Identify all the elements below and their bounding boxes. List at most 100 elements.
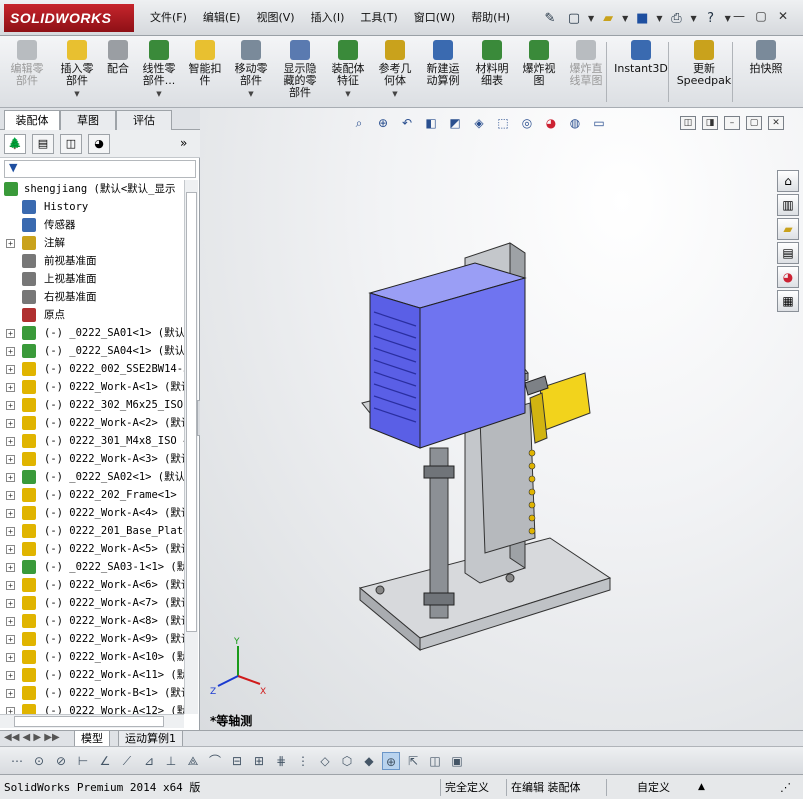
spline-icon[interactable]: ⋮	[294, 752, 312, 770]
chevron-down-icon[interactable]: ▼	[372, 88, 418, 100]
graphics-viewport[interactable]: ⌕ ⊕ ↶ ◧ ◩ ◈ ⬚ ◎ ◕ ◍ ▭ ◫ ◨ – ▢ ✕ ⌂ ▥ ▰ ▤ …	[200, 108, 803, 730]
tree-item[interactable]: + (-) _0222_SA01<1> (默认	[0, 324, 184, 342]
restore-icon[interactable]: ▢	[752, 8, 770, 26]
restore-icon[interactable]: ▢	[746, 116, 762, 130]
ribbon-button-3[interactable]: 线性零 部件... ▼	[136, 40, 182, 100]
tree-horizontal-scrollbar[interactable]	[0, 714, 184, 728]
custom-properties-icon[interactable]: ▦	[777, 290, 799, 312]
tree-item[interactable]: + (-) 0222_Work-A<1> (默认	[0, 378, 184, 396]
ribbon-button-6[interactable]: 显示隐 藏的零 部件	[276, 40, 324, 99]
tree-item[interactable]: 原点	[0, 306, 184, 324]
expand-icon[interactable]: +	[6, 509, 15, 518]
tree-item[interactable]: History	[0, 198, 184, 216]
expand-icon[interactable]: +	[6, 401, 15, 410]
ribbon-button-12[interactable]: 爆炸直 线草图	[562, 40, 610, 87]
menu-help[interactable]: 帮助(H)	[463, 9, 518, 27]
chevron-up-icon[interactable]: ▲	[698, 779, 705, 796]
ribbon-button-4[interactable]: 智能扣 件	[182, 40, 228, 87]
tree-item[interactable]: + (-) 0222_Work-A<5> (默认	[0, 540, 184, 558]
expand-icon[interactable]: +	[6, 545, 15, 554]
tree-root[interactable]: shengjiang (默认<默认_显示	[0, 180, 184, 198]
cube-icon[interactable]: ▣	[448, 752, 466, 770]
appearances-icon[interactable]: ◕	[777, 266, 799, 288]
ribbon-button-9[interactable]: 新建运 动算例	[418, 40, 468, 87]
perpendicular-icon[interactable]: ⊥	[162, 752, 180, 770]
view-orientation-icon[interactable]: ◈	[470, 114, 488, 132]
chevron-down-icon[interactable]: ▼	[690, 14, 696, 23]
diagonal-icon[interactable]: ⟋	[118, 752, 136, 770]
configuration-manager-icon[interactable]: ◫	[60, 134, 82, 154]
tab-sketch[interactable]: 草图	[60, 110, 116, 130]
expand-icon[interactable]: +	[6, 437, 15, 446]
grid-icon[interactable]: ⊞	[250, 752, 268, 770]
previous-view-icon[interactable]: ↶	[398, 114, 416, 132]
ribbon-button-14[interactable]: 更新 Speedpak	[672, 40, 736, 87]
tree-item[interactable]: 传感器	[0, 216, 184, 234]
view-settings-icon[interactable]: ▭	[590, 114, 608, 132]
status-units[interactable]: 自定义	[606, 779, 696, 796]
solidworks-logo[interactable]: SOLIDWORKS	[4, 4, 134, 32]
new-document-icon[interactable]: ▢	[564, 8, 584, 28]
menu-insert[interactable]: 插入(I)	[303, 9, 353, 27]
expand-icon[interactable]: +	[6, 689, 15, 698]
save-icon[interactable]: ■	[632, 8, 652, 28]
polygon-icon[interactable]: ⬡	[338, 752, 356, 770]
tree-item[interactable]: + (-) 0222_Work-A<8> (默认	[0, 612, 184, 630]
view-icon[interactable]: ◫	[426, 752, 444, 770]
ribbon-button-7[interactable]: 装配体 特征 ▼	[324, 40, 372, 100]
expand-icon[interactable]: +	[6, 617, 15, 626]
display-style-icon[interactable]: ⬚	[494, 114, 512, 132]
menu-edit[interactable]: 编辑(E)	[195, 9, 249, 27]
ribbon-button-0[interactable]: 编辑零 部件	[2, 40, 52, 87]
expand-icon[interactable]: +	[6, 239, 15, 248]
tree-item[interactable]: + (-) _0222_SA02<1> (默认	[0, 468, 184, 486]
pattern-icon[interactable]: ⋕	[272, 752, 290, 770]
move-icon[interactable]: ⇱	[404, 752, 422, 770]
tree-item[interactable]: + (-) 0222_Work-B<1> (默认	[0, 684, 184, 702]
help-icon[interactable]: ?	[701, 8, 721, 28]
arc-icon[interactable]: ⌒	[206, 752, 224, 770]
expand-icon[interactable]: +	[6, 329, 15, 338]
zoom-to-fit-icon[interactable]: ⌕	[350, 114, 368, 132]
expand-icon[interactable]: +	[6, 419, 15, 428]
point-icon[interactable]: ⊙	[30, 752, 48, 770]
tab-assembly[interactable]: 装配体	[4, 110, 60, 130]
expand-icon[interactable]: +	[6, 581, 15, 590]
display-manager-icon[interactable]: ◕	[88, 134, 110, 154]
chevron-down-icon[interactable]: ▼	[324, 88, 372, 100]
chevron-down-icon[interactable]: ▼	[136, 88, 182, 100]
pin-icon[interactable]: ✎	[540, 8, 560, 28]
tree-item[interactable]: + (-) 0222_Work-A<10> (默	[0, 648, 184, 666]
tree-item[interactable]: 右视基准面	[0, 288, 184, 306]
tree-vertical-scrollbar[interactable]	[184, 180, 198, 714]
expand-icon[interactable]: +	[6, 473, 15, 482]
tree-item[interactable]: + (-) 0222_301_M4x8_ISO 4	[0, 432, 184, 450]
assembly-3d-model[interactable]	[350, 238, 770, 698]
menu-file[interactable]: 文件(F)	[142, 9, 195, 27]
scroll-thumb[interactable]	[186, 192, 197, 632]
scroll-thumb[interactable]	[14, 716, 164, 727]
tree-filter[interactable]: ▼	[4, 160, 196, 178]
split-vertical-icon[interactable]: ◨	[702, 116, 718, 130]
expand-icon[interactable]: +	[6, 455, 15, 464]
chevron-down-icon[interactable]: ▼	[54, 88, 100, 100]
tree-item[interactable]: + (-) 0222_Work-A<3> (默认	[0, 450, 184, 468]
rectangle-icon[interactable]: ⊟	[228, 752, 246, 770]
expand-icon[interactable]: +	[6, 671, 15, 680]
tree-item[interactable]: + (-) 0222_Work-A<6> (默认	[0, 576, 184, 594]
file-explorer-icon[interactable]: ▰	[777, 218, 799, 240]
ribbon-button-5[interactable]: 移动零 部件 ▼	[228, 40, 274, 100]
split-horizontal-icon[interactable]: ◫	[680, 116, 696, 130]
tree-item[interactable]: + (-) 0222_002_SSE2BW14-3	[0, 360, 184, 378]
ribbon-button-1[interactable]: 插入零 部件 ▼	[54, 40, 100, 100]
open-folder-icon[interactable]: ▰	[598, 8, 618, 28]
design-library-icon[interactable]: ▥	[777, 194, 799, 216]
tree-item[interactable]: + (-) 0222_Work-A<12> (默	[0, 702, 184, 714]
chevron-down-icon[interactable]: ▼	[622, 14, 628, 23]
chevron-down-icon[interactable]: ▼	[588, 14, 594, 23]
line-icon[interactable]: ⊢	[74, 752, 92, 770]
tree-item[interactable]: + (-) 0222_202_Frame<1> (	[0, 486, 184, 504]
menu-tools[interactable]: 工具(T)	[352, 9, 405, 27]
menu-view[interactable]: 视图(V)	[248, 9, 302, 27]
offset-icon[interactable]: ◇	[316, 752, 334, 770]
